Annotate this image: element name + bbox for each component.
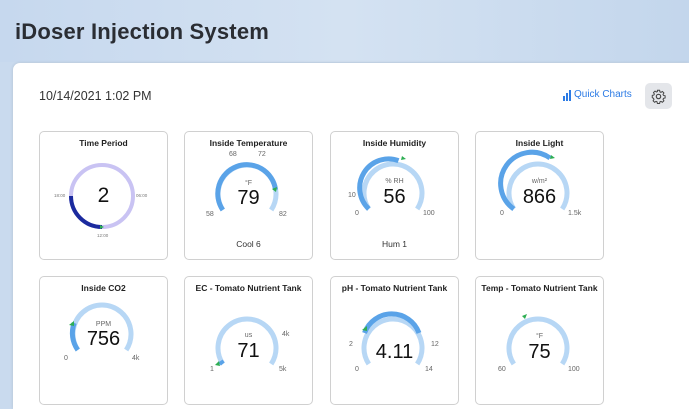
status-label: Cool 6 — [236, 239, 261, 249]
gauge-unit: us — [244, 332, 253, 339]
gauge-max-label: 100 — [423, 210, 435, 217]
setpoint-high-label: 12 — [431, 341, 439, 348]
gauge-unit: °F — [535, 333, 544, 340]
card-inside-humidity[interactable]: Inside Humidity % RH 56 10 0 100 Hum 1 — [330, 131, 459, 260]
gauge-unit: °F — [244, 180, 253, 187]
gauge-max-label: 14 — [425, 366, 433, 373]
gauge-min-label: 1 — [210, 366, 214, 373]
gauge-value: 79 — [237, 187, 260, 209]
card-inside-light[interactable]: Inside Light w/m² 866 0 1.5k — [475, 131, 604, 260]
gauge-max-label: 82 — [279, 211, 287, 218]
gauge-min-label: 0 — [500, 210, 504, 217]
status-label: Hum 1 — [381, 239, 408, 249]
settings-button[interactable] — [645, 83, 672, 109]
left-strip — [0, 62, 12, 409]
gauge-unit: w/m² — [531, 178, 548, 185]
setpoint-high-label: 4k — [282, 331, 290, 338]
gauge-value: 756 — [86, 328, 121, 350]
card-inside-co2[interactable]: Inside CO2 PPM 756 0 4k — [39, 276, 168, 405]
setpoint-low-label: 68 — [229, 151, 237, 158]
setpoint-low-label: 10 — [348, 192, 356, 199]
setpoint-high-label: 72 — [258, 151, 266, 158]
gauge-max-label: 1.5k — [568, 210, 582, 217]
gauge-value: 866 — [522, 186, 557, 208]
card-inside-temperature[interactable]: Inside Temperature °F 79 68 72 58 82 Coo… — [184, 131, 313, 260]
datetime-label: 10/14/2021 1:02 PM — [39, 89, 152, 103]
gauge-min-label: 58 — [206, 211, 214, 218]
gauge-value: 71 — [237, 340, 260, 362]
card-temp-tomato-nutrient-tank[interactable]: Temp - Tomato Nutrient Tank °F 75 60 100 — [475, 276, 604, 405]
gauge-max-label: 4k — [132, 355, 140, 362]
gauge-max-label: 5k — [279, 366, 287, 373]
setpoint-low-label: 2 — [349, 341, 353, 348]
gauge-min-label: 0 — [355, 366, 359, 373]
gauge-unit: % RH — [385, 178, 404, 185]
gauge-max-label: 100 — [568, 366, 580, 373]
card-ph-tomato-nutrient-tank[interactable]: pH - Tomato Nutrient Tank 4.11 2 12 0 14 — [330, 276, 459, 405]
tick-label: 06:00 — [136, 193, 148, 198]
gear-icon — [651, 89, 666, 104]
gauge-min-label: 60 — [498, 366, 506, 373]
top-bar: iDoser Injection System — [0, 0, 689, 62]
card-time-period[interactable]: Time Period 2 18:00 06:00 12:00 — [39, 131, 168, 260]
quick-charts-link[interactable]: Quick Charts — [563, 89, 632, 101]
gauge-min-label: 0 — [355, 210, 359, 217]
bar-chart-icon — [563, 90, 571, 101]
tick-label: 12:00 — [97, 233, 109, 238]
tick-label: 18:00 — [54, 193, 66, 198]
app-title: iDoser Injection System — [15, 19, 270, 44]
gauge-value: 75 — [528, 341, 551, 363]
gauge-unit: PPM — [95, 321, 112, 328]
card-ec-tomato-nutrient-tank[interactable]: EC - Tomato Nutrient Tank us 71 4k 1 5k — [184, 276, 313, 405]
quick-charts-label: Quick Charts — [574, 89, 632, 100]
gauge-min-label: 0 — [64, 355, 68, 362]
